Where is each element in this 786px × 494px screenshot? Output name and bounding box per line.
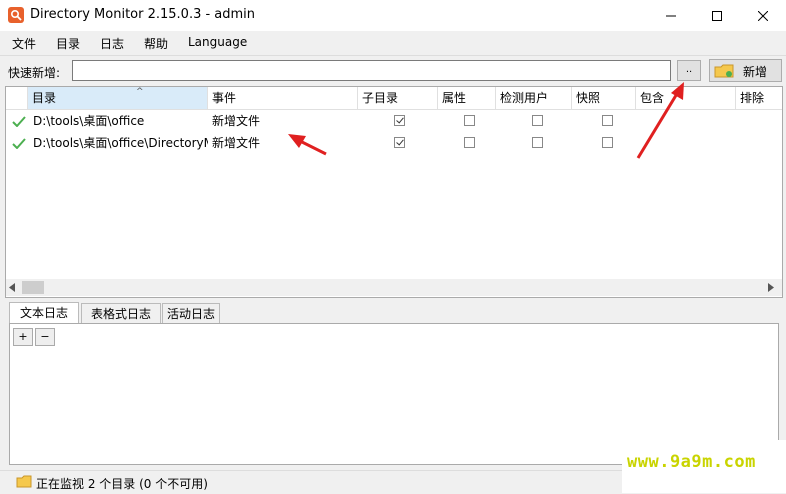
folder-icon [16, 475, 32, 488]
attr-checkbox[interactable] [464, 137, 475, 148]
collapse-button[interactable]: − [35, 328, 55, 346]
add-button[interactable]: 新增 [709, 59, 782, 82]
col-exclude[interactable]: 排除 [736, 87, 782, 109]
scroll-thumb[interactable] [22, 281, 44, 294]
col-detect-user[interactable]: 检测用户 [496, 87, 572, 109]
status-text: 正在监视 2 个目录 (0 个不可用) [36, 477, 208, 491]
quick-add-input[interactable] [72, 60, 671, 81]
window-title: Directory Monitor 2.15.0.3 - admin [30, 7, 256, 22]
minimize-icon [666, 15, 676, 16]
tab-activity-log[interactable]: 活动日志 [162, 303, 220, 323]
col-event[interactable]: 事件 [208, 87, 358, 109]
tab-text-log[interactable]: 文本日志 [9, 302, 79, 324]
menu-file[interactable]: 文件 [12, 35, 36, 52]
user-checkbox[interactable] [532, 137, 543, 148]
horizontal-scrollbar[interactable] [6, 279, 782, 296]
col-snapshot[interactable]: 快照 [572, 87, 636, 109]
quick-add-label: 快速新增: [8, 66, 61, 80]
row-path: D:\tools\桌面\office\DirectoryMoni... [33, 136, 208, 150]
check-ok-icon [12, 138, 26, 149]
watermark: www.9a9m.com [622, 440, 786, 493]
sort-up-icon: ^ [136, 87, 144, 97]
menu-help[interactable]: 帮助 [144, 35, 168, 52]
directory-grid: 目录 ^ 事件 子目录 属性 检测用户 快照 包含 排除 D:\tools\桌面… [5, 86, 783, 298]
user-checkbox[interactable] [532, 115, 543, 126]
menu-log[interactable]: 日志 [100, 35, 124, 52]
browse-button[interactable]: .. [677, 60, 701, 81]
menu-directory[interactable]: 目录 [56, 35, 80, 52]
col-status [6, 87, 28, 109]
col-directory[interactable]: 目录 ^ [28, 87, 208, 109]
table-row[interactable]: D:\tools\桌面\office 新增文件 [6, 110, 782, 132]
folder-add-icon [714, 64, 734, 78]
quick-add-bar: 快速新增: .. 新增 [0, 56, 786, 86]
snapshot-checkbox[interactable] [602, 137, 613, 148]
maximize-button[interactable] [694, 0, 740, 31]
grid-header: 目录 ^ 事件 子目录 属性 检测用户 快照 包含 排除 [6, 87, 782, 110]
log-tabs: 文本日志 表格式日志 活动日志 [5, 302, 781, 324]
subdir-checkbox[interactable] [394, 137, 405, 148]
table-row[interactable]: D:\tools\桌面\office\DirectoryMoni... 新增文件 [6, 132, 782, 154]
check-ok-icon [12, 116, 26, 127]
close-button[interactable] [740, 0, 786, 31]
snapshot-checkbox[interactable] [602, 115, 613, 126]
maximize-icon [712, 10, 722, 21]
add-button-label: 新增 [743, 65, 768, 79]
menu-bar: 文件 目录 日志 帮助 Language [0, 31, 786, 56]
minimize-button[interactable] [648, 0, 694, 31]
watermark-text: www.9a9m.com [627, 452, 756, 472]
scroll-right-icon[interactable] [768, 283, 774, 292]
close-icon [758, 10, 768, 21]
row-path: D:\tools\桌面\office [33, 114, 145, 128]
title-bar: Directory Monitor 2.15.0.3 - admin [0, 0, 786, 31]
expand-button[interactable]: + [13, 328, 33, 346]
app-magnifier-icon [8, 7, 24, 23]
col-directory-label: 目录 [32, 91, 57, 105]
tab-table-log[interactable]: 表格式日志 [81, 303, 161, 323]
col-subdir[interactable]: 子目录 [358, 87, 438, 109]
row-event: 新增文件 [212, 136, 261, 150]
col-attributes[interactable]: 属性 [438, 87, 496, 109]
scroll-left-icon[interactable] [9, 283, 15, 292]
row-event: 新增文件 [212, 114, 261, 128]
menu-language[interactable]: Language [188, 35, 247, 49]
attr-checkbox[interactable] [464, 115, 475, 126]
subdir-checkbox[interactable] [394, 115, 405, 126]
col-include[interactable]: 包含 [636, 87, 736, 109]
